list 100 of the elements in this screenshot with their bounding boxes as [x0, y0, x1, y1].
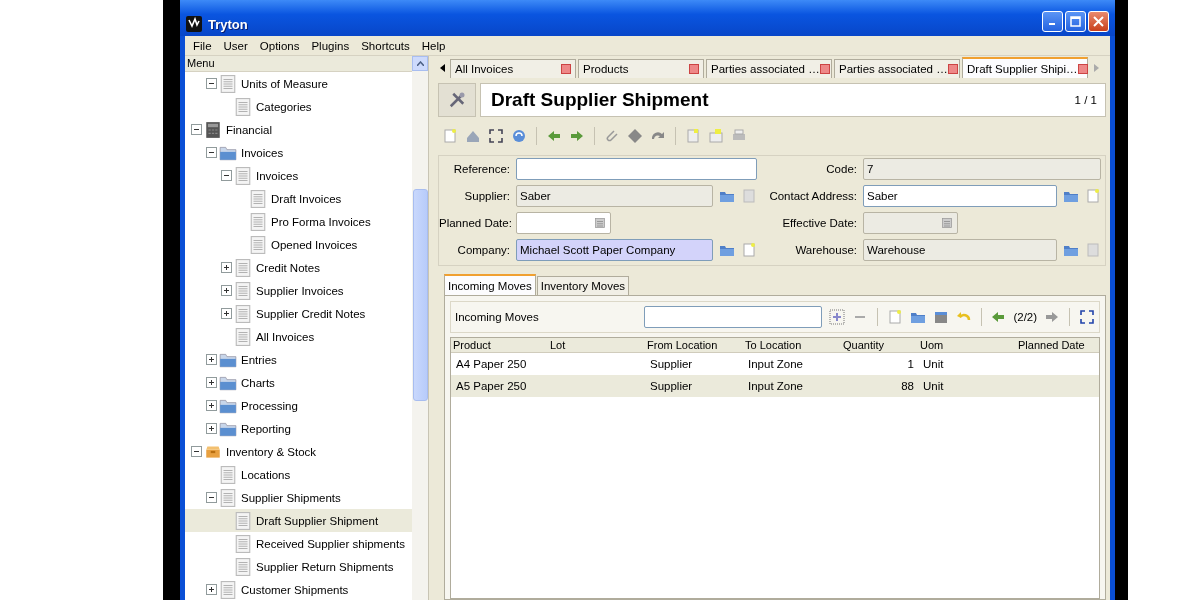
input-field[interactable]: 7 [863, 158, 1101, 180]
input-field[interactable]: Warehouse [863, 239, 1057, 261]
tree-item[interactable]: Received Supplier shipments [185, 532, 412, 555]
menu-item[interactable]: Help [415, 39, 452, 52]
column-header[interactable]: Product [451, 339, 548, 351]
tab[interactable]: Draft Supplier Shipi… [962, 57, 1088, 78]
menu-item[interactable]: User [217, 39, 254, 52]
new-document-icon[interactable] [741, 242, 757, 258]
tree-item[interactable]: Units of Measure [185, 72, 412, 95]
tab[interactable]: All Invoices [450, 59, 576, 78]
expand-icon[interactable] [206, 377, 217, 388]
tree-item[interactable]: Locations [185, 463, 412, 486]
input-field[interactable]: Saber [863, 185, 1057, 207]
close-button[interactable] [1088, 11, 1109, 32]
column-header[interactable]: From Location [645, 339, 743, 351]
tree-item[interactable]: Supplier Credit Notes [185, 302, 412, 325]
tree-item[interactable]: Supplier Return Shipments [185, 555, 412, 578]
tree-item[interactable]: Supplier Invoices [185, 279, 412, 302]
document-icon [234, 280, 252, 301]
tree-item[interactable]: Credit Notes [185, 256, 412, 279]
tab[interactable]: Incoming Moves [444, 274, 536, 295]
expand-icon[interactable] [221, 262, 232, 273]
document-icon [234, 165, 252, 186]
tree-item[interactable]: Invoices [185, 164, 412, 187]
tree-item[interactable]: Charts [185, 371, 412, 394]
tree-item[interactable]: Customer Shipments [185, 578, 412, 600]
column-header[interactable]: Uom [918, 339, 1016, 351]
minimize-button[interactable] [1042, 11, 1063, 32]
tab[interactable]: Inventory Moves [536, 276, 630, 295]
menu-item[interactable]: Options [253, 39, 306, 52]
record-counter: 1 / 1 [1074, 94, 1097, 106]
table-cell-text: Supplier [649, 358, 694, 370]
expand-icon[interactable] [221, 308, 232, 319]
previous-icon[interactable] [546, 128, 562, 144]
collapse-icon[interactable] [206, 78, 217, 89]
tree-item[interactable]: Opened Invoices [185, 233, 412, 256]
next-icon[interactable] [569, 128, 585, 144]
expand-icon[interactable] [206, 400, 217, 411]
input-field[interactable]: Michael Scott Paper Company [516, 239, 713, 261]
date-field[interactable] [863, 212, 958, 234]
tree-item[interactable]: Inventory & Stock [185, 440, 412, 463]
maximize-icon [1070, 16, 1081, 27]
field-label: Company: [456, 244, 510, 256]
tree-item[interactable]: Supplier Shipments [185, 486, 412, 509]
tree-item[interactable]: All Invoices [185, 325, 412, 348]
tab[interactable]: Products [578, 59, 704, 78]
table-cell-text: Unit [922, 358, 945, 370]
column-header[interactable]: To Location [743, 339, 841, 351]
tree-item[interactable]: Categories [185, 95, 412, 118]
tree-item[interactable]: Invoices [185, 141, 412, 164]
window-title: Tryton [208, 17, 249, 32]
tab[interactable]: Parties associated … [706, 59, 832, 78]
collapse-icon[interactable] [191, 124, 202, 135]
menu-item[interactable]: File [187, 39, 218, 52]
date-field[interactable] [516, 212, 611, 234]
expand-icon[interactable] [206, 423, 217, 434]
close-icon[interactable] [1077, 63, 1088, 74]
column-header[interactable]: Planned Date [1016, 339, 1099, 351]
maximize-button[interactable] [1065, 11, 1086, 32]
tree-item[interactable]: Pro Forma Invoices [185, 210, 412, 233]
scroll-up-button[interactable] [412, 56, 428, 71]
close-icon[interactable] [947, 64, 958, 74]
previous-icon[interactable] [990, 309, 1007, 325]
tree-item[interactable]: Processing [185, 394, 412, 417]
add-icon[interactable] [828, 309, 845, 325]
collapse-icon[interactable] [221, 170, 232, 181]
new-document-icon[interactable] [442, 128, 458, 144]
menu-item[interactable]: Shortcuts [355, 39, 416, 52]
tree-item[interactable]: Financial [185, 118, 412, 141]
new-document-icon[interactable] [1085, 188, 1101, 204]
collapse-icon[interactable] [206, 492, 217, 503]
expand-icon[interactable] [206, 584, 217, 595]
close-icon[interactable] [819, 64, 830, 74]
tree-item[interactable]: Reporting [185, 417, 412, 440]
tab[interactable]: Parties associated … [834, 59, 960, 78]
scroll-thumb[interactable] [412, 189, 428, 401]
input-field[interactable] [516, 158, 757, 180]
menu-item[interactable]: Plugins [305, 39, 356, 52]
collapse-icon[interactable] [191, 446, 202, 457]
expand-icon[interactable] [206, 354, 217, 365]
tree-item[interactable]: Entries [185, 348, 412, 371]
search-field[interactable] [644, 306, 822, 328]
save-icon[interactable] [932, 309, 949, 325]
tree-item[interactable]: Draft Invoices [185, 187, 412, 210]
tree-item[interactable]: Draft Supplier Shipment [185, 509, 412, 532]
diamond-icon[interactable] [627, 128, 643, 144]
fullscreen-icon[interactable] [1079, 309, 1095, 325]
column-header[interactable]: Quantity [841, 339, 918, 351]
input-field[interactable]: Saber [516, 185, 713, 207]
close-icon[interactable] [561, 64, 571, 74]
column-header[interactable]: Lot [548, 339, 645, 351]
reload-icon[interactable] [511, 128, 527, 144]
attachment-icon[interactable] [604, 128, 620, 144]
table-cell-text: Input Zone [747, 358, 804, 370]
scrollbar[interactable] [412, 56, 428, 600]
document-icon [219, 487, 237, 508]
collapse-icon[interactable] [206, 147, 217, 158]
fullscreen-icon[interactable] [488, 128, 504, 144]
expand-icon[interactable] [221, 285, 232, 296]
close-icon[interactable] [689, 64, 699, 74]
